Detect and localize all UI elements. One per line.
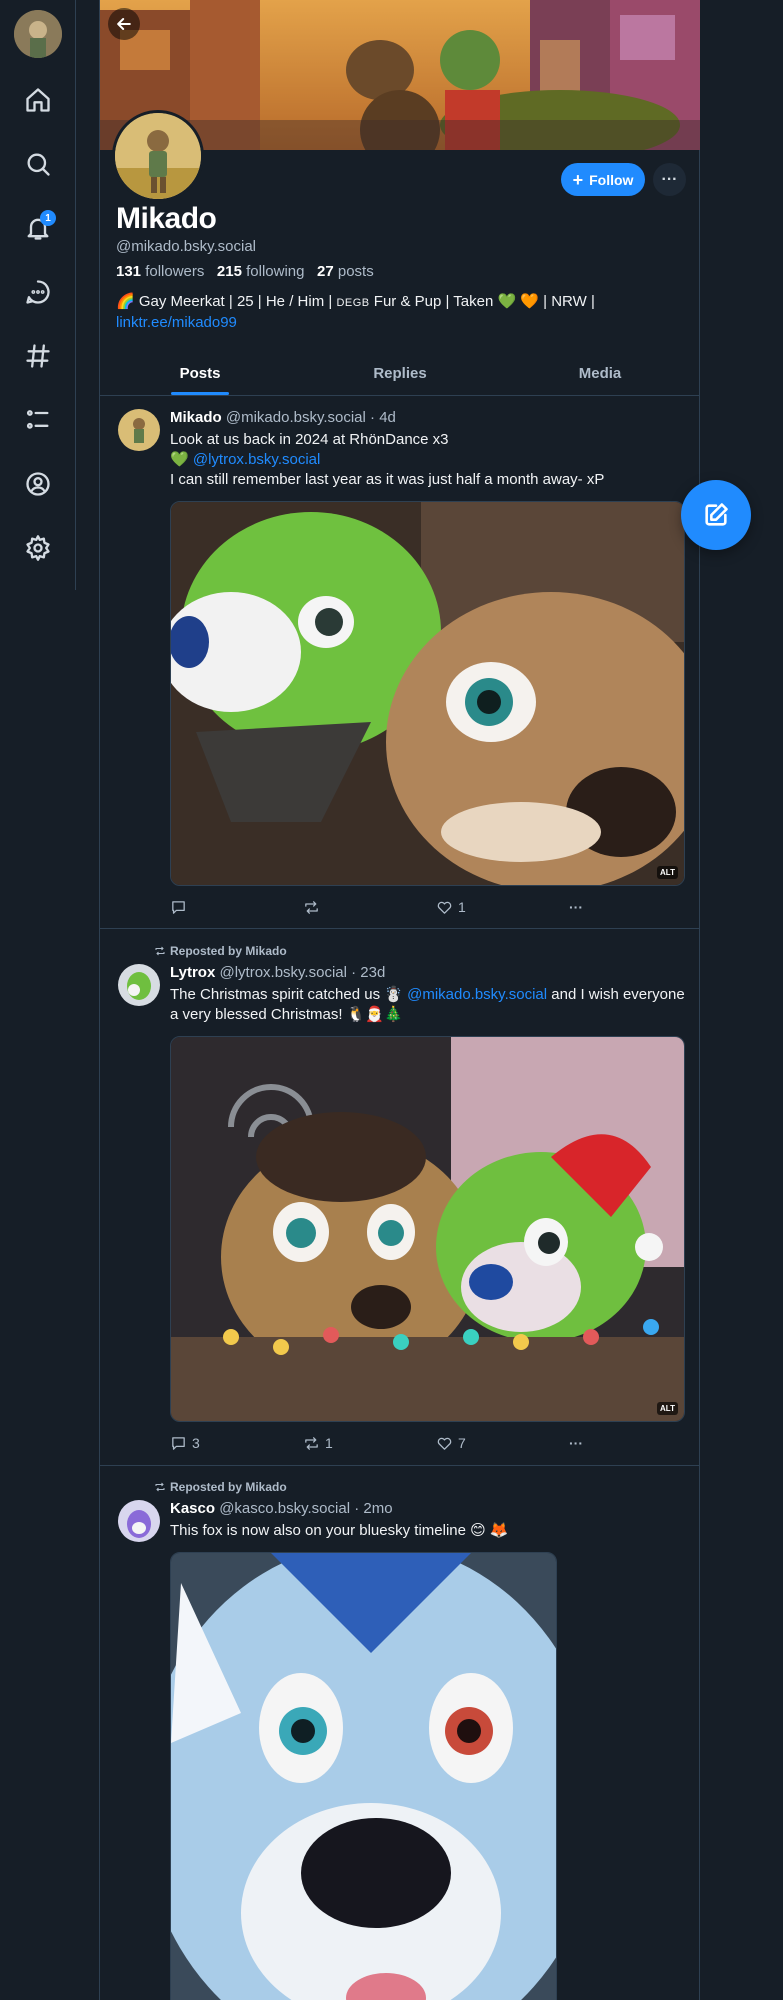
mention-link[interactable]: @mikado.bsky.social (407, 986, 547, 1003)
notifications-icon[interactable]: 1 (18, 208, 58, 248)
settings-icon[interactable] (18, 528, 58, 568)
post-time[interactable]: · 4d (370, 409, 396, 426)
like-button[interactable]: 1 (436, 899, 569, 916)
followers-stat[interactable]: 131 followers (116, 263, 204, 280)
hashtag-icon[interactable] (18, 336, 58, 376)
post-item[interactable]: Mikado @mikado.bsky.social · 4d Look at … (100, 397, 700, 929)
post-author-avatar[interactable] (118, 964, 160, 1006)
lists-icon[interactable] (18, 400, 58, 440)
post-image[interactable]: ALT (170, 1036, 685, 1422)
post-header: Mikado @mikado.bsky.social · 4d (170, 409, 396, 426)
back-button[interactable] (108, 8, 140, 40)
reply-button[interactable]: 3 (170, 1435, 303, 1452)
post-item[interactable]: Reposted by Mikado Kasco @kasco.bsky.soc… (100, 1466, 700, 2000)
post-author-avatar[interactable] (118, 409, 160, 451)
follow-label: Follow (589, 171, 634, 188)
alt-badge[interactable]: ALT (657, 866, 678, 879)
post-header: Lytrox @lytrox.bsky.social · 23d (170, 964, 385, 981)
main-column: + Follow ··· Mikado @mikado.bsky.social … (99, 0, 700, 2000)
post-author-handle[interactable]: @mikado.bsky.social (226, 409, 366, 426)
post-author-name[interactable]: Lytrox (170, 964, 215, 981)
like-button[interactable]: 7 (436, 1435, 569, 1452)
left-nav: 1 (0, 0, 76, 590)
profile-bio: 🌈 Gay Meerkat | 25 | He / Him | DEGB Fur… (116, 293, 595, 331)
repost-icon (155, 1482, 165, 1492)
plus-icon: + (572, 169, 584, 190)
follow-button[interactable]: + Follow (561, 163, 645, 196)
reply-button[interactable] (170, 899, 303, 916)
posts-stat: 27 posts (317, 263, 374, 280)
display-name: Mikado (116, 202, 217, 235)
profile-handle: @mikado.bsky.social (116, 238, 256, 255)
following-stat[interactable]: 215 following (217, 263, 305, 280)
tab-replies[interactable]: Replies (300, 352, 500, 395)
post-more-button[interactable]: ··· (569, 899, 583, 915)
post-time[interactable]: · 23d (351, 964, 385, 981)
post-text: The Christmas spirit catched us ☃️ @mika… (170, 986, 685, 1023)
post-author-name[interactable]: Kasco (170, 1500, 215, 1517)
more-options-button[interactable]: ··· (653, 163, 686, 196)
post-more-button[interactable]: ··· (569, 1435, 583, 1451)
chat-icon[interactable] (18, 272, 58, 312)
heart-icon (437, 1437, 452, 1450)
post-item[interactable]: Reposted by Mikado Lytrox @lytrox.bsky.s… (100, 930, 700, 1466)
post-author-handle[interactable]: @kasco.bsky.social (219, 1500, 350, 1517)
repost-button[interactable]: 1 (303, 1435, 436, 1452)
post-text: This fox is now also on your bluesky tim… (170, 1522, 509, 1539)
profile-stats: 131 followers 215 following 27 posts (116, 263, 374, 280)
post-text: Look at us back in 2024 at RhönDance x3 … (170, 431, 605, 488)
post-actions: 1 ··· (170, 897, 590, 917)
tab-media[interactable]: Media (500, 352, 700, 395)
reply-icon (172, 900, 185, 914)
reply-icon (172, 1436, 185, 1450)
arrow-left-icon (117, 18, 131, 30)
alt-badge[interactable]: ALT (657, 1402, 678, 1415)
repost-indicator[interactable]: Reposted by Mikado (154, 944, 287, 958)
post-image[interactable]: ALT (170, 501, 685, 886)
profile-icon[interactable] (18, 464, 58, 504)
ellipsis-icon: ··· (661, 170, 678, 188)
post-header: Kasco @kasco.bsky.social · 2mo (170, 1500, 393, 1517)
tab-posts[interactable]: Posts (100, 352, 300, 395)
current-user-avatar[interactable] (14, 10, 62, 58)
post-author-handle[interactable]: @lytrox.bsky.social (219, 964, 346, 981)
heart-icon (437, 901, 452, 914)
ellipsis-icon: ··· (569, 1435, 583, 1451)
repost-icon (305, 1436, 318, 1450)
repost-icon (155, 946, 165, 956)
repost-button[interactable] (303, 899, 436, 916)
compose-button[interactable] (681, 480, 751, 550)
notifications-badge: 1 (40, 210, 56, 226)
search-icon[interactable] (18, 144, 58, 184)
mention-link[interactable]: @lytrox.bsky.social (193, 451, 320, 468)
post-time[interactable]: · 2mo (354, 1500, 392, 1517)
profile-tabs: Posts Replies Media (100, 352, 700, 396)
post-author-avatar[interactable] (118, 1500, 160, 1542)
repost-indicator[interactable]: Reposted by Mikado (154, 1480, 287, 1494)
post-author-name[interactable]: Mikado (170, 409, 222, 426)
compose-icon (705, 503, 728, 526)
profile-avatar[interactable] (112, 110, 204, 202)
post-actions: 3 1 7 ··· (170, 1433, 590, 1453)
repost-icon (305, 900, 318, 914)
profile-page: 1 + Follow ··· Mikado @mikado.bsky.socia… (0, 0, 783, 2000)
home-icon[interactable] (18, 80, 58, 120)
post-image[interactable] (170, 1552, 557, 2000)
ellipsis-icon: ··· (569, 899, 583, 915)
bio-link[interactable]: linktr.ee/mikado99 (116, 314, 237, 331)
